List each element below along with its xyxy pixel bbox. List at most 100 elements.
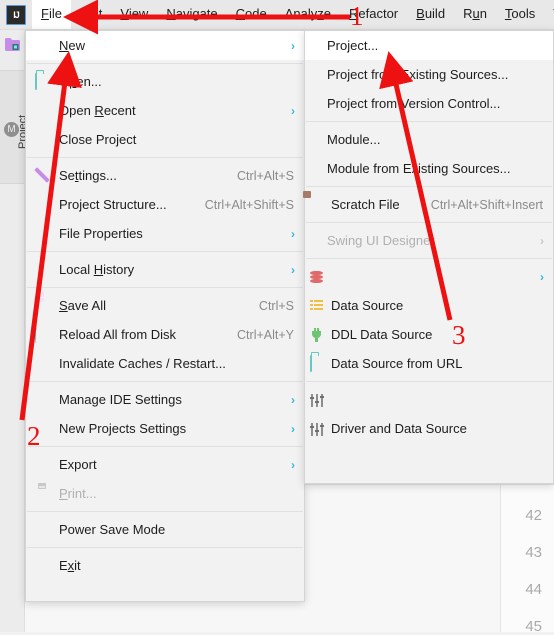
menu-item-accelerator: Ctrl+Alt+S [237, 168, 294, 183]
submenu-item-project-from-existing-sources[interactable]: Project from Existing Sources... [305, 60, 553, 89]
menubar-item-edit[interactable]: Edit [71, 0, 111, 29]
menu-item-power-save-mode[interactable]: Power Save Mode [26, 515, 304, 544]
maven-icon[interactable]: M [4, 122, 19, 137]
menu-item-exit[interactable]: Exit [26, 551, 304, 580]
main-menu-bar[interactable]: IJ File Edit View Navigate Code Analyze … [0, 0, 554, 30]
menu-item-close-project[interactable]: Close Project [26, 125, 304, 154]
folder-icon [35, 72, 51, 90]
menu-item-label: Export [59, 457, 97, 472]
menu-separator [306, 186, 552, 187]
line-number: 43 [525, 544, 542, 561]
save-icon [35, 298, 51, 314]
menu-item-label: Module... [327, 132, 381, 147]
editor-line-number-gutter: 42 43 44 45 [500, 485, 554, 635]
menu-item-print: Print... [26, 479, 304, 508]
menu-item-label: Project Structure... [59, 197, 167, 212]
menu-separator [27, 446, 303, 447]
menu-item-open[interactable]: Open... [26, 67, 304, 96]
menubar-item-build[interactable]: Build [407, 0, 454, 29]
submenu-item-data-source-from-url[interactable]: DDL Data Source [305, 320, 553, 349]
line-number: 44 [525, 581, 542, 598]
intellij-idea-logo: IJ [6, 4, 26, 25]
menu-item-manage-ide-settings[interactable]: Manage IDE Settings › [26, 385, 304, 414]
submenu-item-data-source-from-path[interactable]: Data Source from URL [305, 349, 553, 378]
menu-item-accelerator: Ctrl+S [258, 298, 294, 313]
ddl-list-icon [310, 298, 326, 314]
menubar-item-analyze[interactable]: Analyze [276, 0, 340, 29]
chevron-right-icon: › [291, 421, 295, 436]
menu-separator [27, 63, 303, 64]
menu-item-label: Reload All from Disk [59, 327, 177, 342]
menu-item-invalidate-caches[interactable]: Invalidate Caches / Restart... [26, 349, 304, 378]
menubar-item-refactor[interactable]: Refactor [340, 0, 407, 29]
file-menu-popup[interactable]: New › Open... Open Recent › Close Projec… [25, 30, 305, 602]
menu-item-file-properties[interactable]: File Properties › [26, 219, 304, 248]
submenu-item-project-from-version-control[interactable]: Project from Version Control... [305, 89, 553, 118]
menu-item-open-recent[interactable]: Open Recent › [26, 96, 304, 125]
submenu-item-module[interactable]: Module... [305, 125, 553, 154]
line-number: 45 [525, 618, 542, 635]
menu-item-local-history[interactable]: Local History › [26, 255, 304, 284]
menubar-item-vcs[interactable]: VCS [544, 0, 554, 29]
menu-item-label: Invalidate Caches / Restart... [59, 356, 226, 371]
menu-item-new-projects-settings[interactable]: New Projects Settings › [26, 414, 304, 443]
menu-separator [306, 121, 552, 122]
menu-separator [306, 222, 552, 223]
menu-item-save-all[interactable]: Save All Ctrl+S [26, 291, 304, 320]
menubar-item-navigate[interactable]: Navigate [157, 0, 226, 29]
menu-item-label: Data Source [331, 298, 404, 313]
project-folder-icon [5, 38, 20, 51]
menu-separator [306, 258, 552, 259]
submenu-item-swing-ui-designer: Swing UI Designer › [305, 226, 553, 255]
menu-item-accelerator: Ctrl+Alt+Shift+Insert [430, 197, 543, 212]
chevron-right-icon: › [540, 233, 544, 248]
menu-item-label: Manage IDE Settings [59, 392, 182, 407]
gear-icon [35, 168, 51, 184]
menubar-item-file[interactable]: File [32, 0, 71, 29]
menu-item-new[interactable]: New › [26, 31, 304, 60]
grid-icon [35, 197, 51, 213]
chevron-right-icon: › [291, 262, 295, 277]
menubar-item-view[interactable]: View [111, 0, 157, 29]
menu-item-project-structure[interactable]: Project Structure... Ctrl+Alt+Shift+S [26, 190, 304, 219]
menu-separator [27, 511, 303, 512]
menu-item-export[interactable]: Export › [26, 450, 304, 479]
left-tool-window-bar[interactable]: Project M [0, 30, 29, 632]
new-submenu-popup[interactable]: Project... Project from Existing Sources… [304, 30, 554, 484]
submenu-item-driver-and-data-source[interactable] [305, 385, 553, 414]
chevron-right-icon: › [291, 103, 295, 118]
submenu-item-project[interactable]: Project... [305, 31, 553, 60]
menu-item-reload-all-from-disk[interactable]: Reload All from Disk Ctrl+Alt+Y [26, 320, 304, 349]
menu-item-label: Scratch File [331, 197, 400, 212]
menu-item-label: Data Source from URL [331, 356, 463, 371]
menu-item-label: Project from Existing Sources... [327, 67, 509, 82]
menu-item-accelerator: Ctrl+Alt+Shift+S [204, 197, 294, 212]
submenu-item-data-source[interactable]: › [305, 262, 553, 291]
menu-separator [27, 547, 303, 548]
reload-icon [35, 325, 51, 343]
menubar-item-run[interactable]: Run [454, 0, 496, 29]
submenu-item-scratch-file[interactable]: Scratch File Ctrl+Alt+Shift+Insert [305, 190, 553, 219]
menu-item-label: Power Save Mode [59, 522, 166, 537]
menu-separator [27, 157, 303, 158]
chevron-right-icon: › [291, 392, 295, 407]
menu-item-accelerator: Ctrl+Alt+Y [237, 327, 294, 342]
menubar-item-code[interactable]: Code [227, 0, 276, 29]
menu-item-label: Close Project [59, 132, 137, 147]
scratch-file-icon [310, 197, 326, 213]
plug-icon [311, 327, 327, 343]
chevron-right-icon: › [291, 38, 295, 53]
database-icon [310, 269, 326, 285]
menu-item-settings[interactable]: Settings... Ctrl+Alt+S [26, 161, 304, 190]
chevron-right-icon: › [291, 226, 295, 241]
menu-separator [27, 381, 303, 382]
menu-separator [27, 287, 303, 288]
submenu-item-driver[interactable]: Driver and Data Source [305, 414, 553, 443]
menu-item-label: Module from Existing Sources... [327, 161, 511, 176]
menu-item-label: New Projects Settings [59, 421, 187, 436]
menu-separator [306, 381, 552, 382]
print-icon [35, 486, 51, 502]
submenu-item-ddl-data-source[interactable]: Data Source [305, 291, 553, 320]
submenu-item-module-from-existing-sources[interactable]: Module from Existing Sources... [305, 154, 553, 183]
menubar-item-tools[interactable]: Tools [496, 0, 544, 29]
